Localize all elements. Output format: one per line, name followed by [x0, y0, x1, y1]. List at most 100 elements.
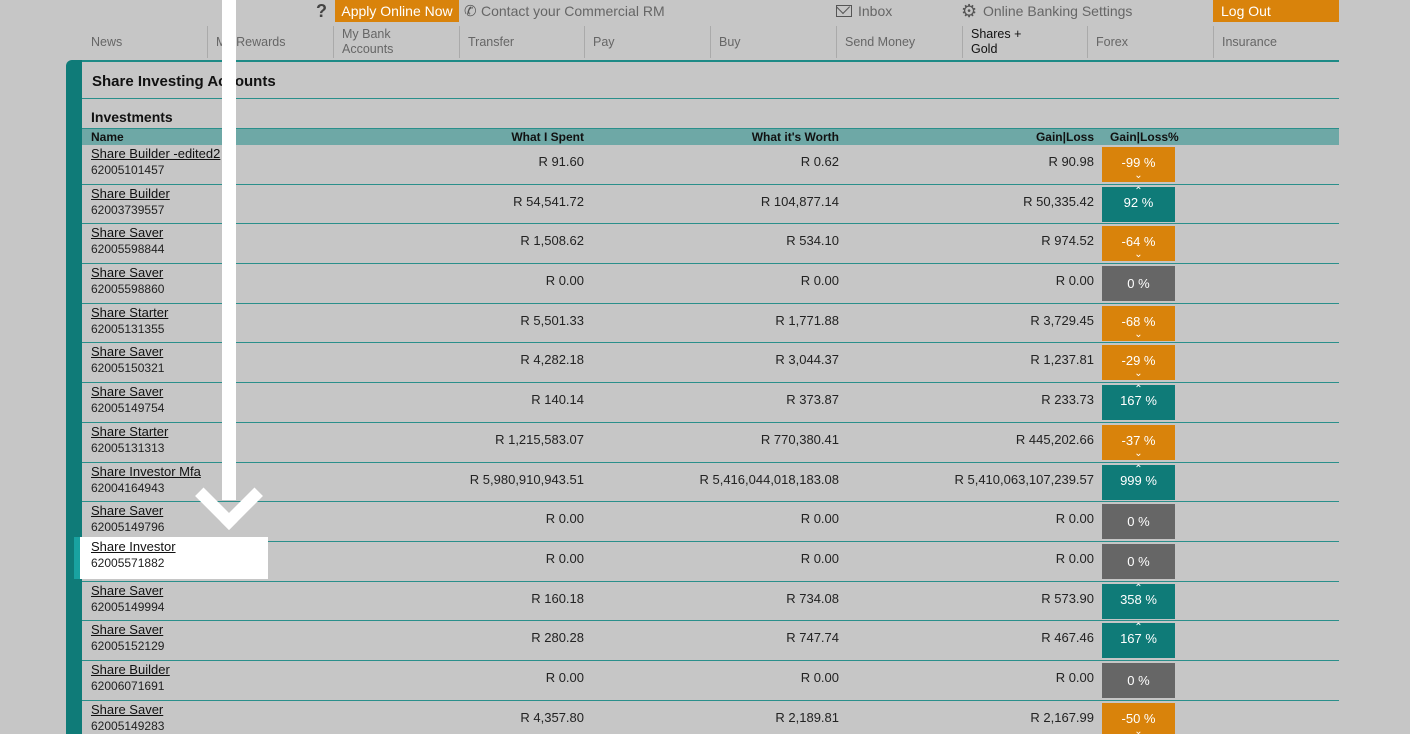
- header-gain-loss: Gain|Loss: [1035, 130, 1094, 144]
- account-name-link[interactable]: Share Starter: [91, 305, 168, 320]
- table-row: Share Investor 62005571882 R 0.00 R 0.00 R 0…: [82, 542, 1339, 582]
- header-what-its-worth: What it's Worth: [751, 130, 839, 144]
- nav-label: Forex: [1096, 34, 1128, 49]
- what-its-worth-value: R 0.62: [800, 154, 839, 169]
- account-name-link[interactable]: Share Saver: [91, 384, 163, 399]
- account-name-link[interactable]: Share Saver: [91, 344, 163, 359]
- nav-shares-gold[interactable]: Shares + Gold: [962, 26, 1087, 58]
- account-name-link[interactable]: Share Saver: [91, 265, 163, 280]
- gain-loss-value: R 233.73: [1041, 392, 1094, 408]
- account-name-link[interactable]: Share Builder: [91, 662, 170, 677]
- what-its-worth-value: R 373.87: [786, 392, 839, 408]
- highlighted-account-cell[interactable]: Share Investor 62005571882: [74, 537, 268, 579]
- gain-loss-pct-value: -37 %: [1121, 432, 1156, 448]
- account-name-link[interactable]: Share Saver: [91, 503, 163, 518]
- what-its-worth-value: R 0.00: [800, 511, 839, 527]
- gain-loss-pct-badge[interactable]: 999 % ⌃: [1102, 464, 1175, 500]
- gain-loss-pct-badge[interactable]: -50 % ⌄: [1102, 702, 1175, 734]
- account-name-link[interactable]: Share Saver: [91, 702, 163, 717]
- nav-pay[interactable]: Pay: [584, 26, 710, 58]
- account-number: 62005149754: [91, 401, 165, 416]
- header-what-i-spent: What I Spent: [511, 130, 584, 144]
- gain-loss-pct-badge[interactable]: 0 %: [1102, 266, 1175, 302]
- gain-loss-value: R 445,202.66: [1015, 431, 1094, 447]
- inbox-link[interactable]: Inbox: [858, 3, 892, 19]
- account-number: 62005101457: [91, 163, 165, 177]
- chevron-up-icon: ⌃: [1134, 622, 1143, 634]
- nav-label: Pay: [593, 34, 615, 49]
- account-name-link[interactable]: Share Saver: [91, 583, 163, 598]
- nav-news[interactable]: News: [83, 26, 207, 58]
- table-row: Share Saver 62005149796 R 0.00 R 0.00 R 0.00…: [82, 502, 1339, 542]
- account-name-link[interactable]: Share Builder: [91, 186, 170, 201]
- account-name-link[interactable]: Share Investor: [91, 539, 176, 554]
- table-header: Name What I Spent What it's Worth Gain|L…: [82, 128, 1339, 145]
- gain-loss-value: R 50,335.42: [1023, 193, 1094, 209]
- what-its-worth-value: R 747.74: [786, 630, 839, 646]
- gain-loss-pct-badge[interactable]: -37 % ⌄: [1102, 424, 1175, 460]
- gain-loss-pct-badge[interactable]: 0 %: [1102, 543, 1175, 579]
- account-name-link[interactable]: Share Saver: [91, 225, 163, 240]
- gain-loss-pct-badge[interactable]: 167 % ⌃: [1102, 384, 1175, 421]
- what-i-spent-value: R 140.14: [531, 392, 584, 408]
- table-row: Share Investor Mfa 62004164943 R 5,980,910…: [82, 463, 1339, 503]
- gain-loss-pct-badge[interactable]: 167 % ⌃: [1102, 622, 1175, 659]
- online-banking-settings-link[interactable]: Online Banking Settings: [983, 3, 1132, 19]
- contact-rm-link[interactable]: Contact your Commercial RM: [481, 3, 665, 19]
- nav-label: Insurance: [1222, 34, 1277, 49]
- main-nav: News My Rewards My Bank Accounts Transfe…: [83, 26, 1339, 58]
- account-name-link[interactable]: Share Starter: [91, 424, 168, 439]
- nav-insurance[interactable]: Insurance: [1213, 26, 1339, 58]
- what-i-spent-value: R 280.28: [531, 630, 584, 646]
- account-number: 62005149283: [91, 718, 165, 733]
- gain-loss-pct-badge[interactable]: -64 % ⌄: [1102, 226, 1175, 262]
- what-its-worth-value: R 104,877.14: [760, 193, 839, 209]
- gain-loss-pct-badge[interactable]: -68 % ⌄: [1102, 305, 1175, 341]
- chevron-up-icon: ⌃: [1134, 384, 1143, 396]
- what-its-worth-value: R 770,380.41: [760, 431, 839, 447]
- apply-online-button[interactable]: Apply Online Now: [335, 0, 459, 22]
- table-row: Share Saver 62005149754 R 140.14 R 373.87 R …: [82, 383, 1339, 423]
- what-i-spent-value: R 1,508.62: [520, 233, 584, 249]
- gain-loss-pct-badge[interactable]: -29 % ⌄: [1102, 345, 1175, 381]
- gain-loss-pct-badge[interactable]: 92 % ⌃: [1102, 186, 1175, 222]
- gain-loss-value: R 467.46: [1041, 630, 1094, 646]
- panel-title: Share Investing Accounts: [92, 73, 276, 90]
- nav-buy[interactable]: Buy: [710, 26, 836, 58]
- gain-loss-value: R 0.00: [1055, 273, 1094, 289]
- gain-loss-pct-badge[interactable]: -99 % ⌄: [1102, 147, 1175, 182]
- nav-label: Shares + Gold: [971, 27, 1022, 56]
- account-name-link[interactable]: Share Saver: [91, 622, 163, 637]
- gain-loss-value: R 573.90: [1041, 590, 1094, 606]
- gain-loss-value: R 5,410,063,107,239.57: [954, 471, 1094, 487]
- what-i-spent-value: R 0.00: [545, 669, 584, 685]
- nav-transfer[interactable]: Transfer: [459, 26, 584, 58]
- chevron-down-icon: ⌄: [1134, 249, 1143, 261]
- nav-label: Buy: [719, 34, 741, 49]
- what-i-spent-value: R 0.00: [545, 511, 584, 527]
- question-icon[interactable]: ?: [316, 1, 327, 22]
- what-its-worth-value: R 5,416,044,018,183.08: [699, 471, 839, 487]
- account-number: 62005150321: [91, 361, 165, 376]
- nav-label: News: [91, 34, 123, 49]
- nav-my-bank-accounts[interactable]: My Bank Accounts: [333, 26, 459, 58]
- account-name-link[interactable]: Share Builder -edited2: [91, 146, 220, 161]
- nav-forex[interactable]: Forex: [1087, 26, 1213, 58]
- table-row: Share Starter 62005131355 R 5,501.33 R 1,77…: [82, 304, 1339, 344]
- gain-loss-pct-value: -64 %: [1121, 234, 1156, 250]
- gain-loss-pct-badge[interactable]: 0 %: [1102, 662, 1175, 698]
- gain-loss-pct-value: 167 %: [1120, 631, 1157, 647]
- table-row: Share Saver 62005152129 R 280.28 R 747.74 R …: [82, 621, 1339, 661]
- what-i-spent-value: R 160.18: [531, 590, 584, 606]
- header-gain-loss-pct: Gain|Loss%: [1110, 130, 1179, 144]
- gain-loss-pct-badge[interactable]: 0 %: [1102, 504, 1175, 540]
- what-i-spent-value: R 91.60: [538, 154, 584, 169]
- gain-loss-pct-badge[interactable]: 358 % ⌃: [1102, 583, 1175, 619]
- what-i-spent-value: R 5,501.33: [520, 312, 584, 328]
- what-i-spent-value: R 0.00: [545, 273, 584, 289]
- nav-send-money[interactable]: Send Money: [836, 26, 962, 58]
- what-i-spent-value: R 5,980,910,943.51: [469, 471, 584, 487]
- logout-button[interactable]: Log Out: [1213, 0, 1339, 22]
- chevron-down-icon: ⌄: [1134, 725, 1143, 734]
- account-name-link[interactable]: Share Investor Mfa: [91, 464, 201, 479]
